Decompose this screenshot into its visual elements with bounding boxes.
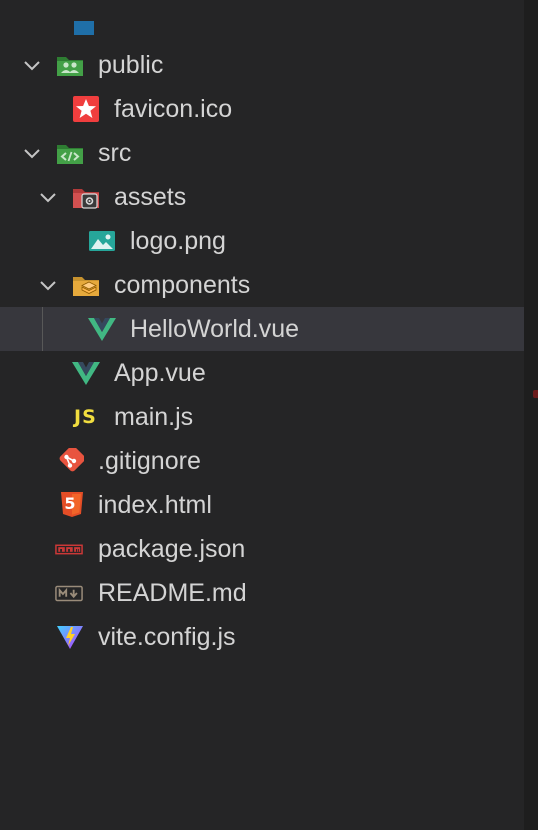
indent-guide bbox=[42, 307, 43, 351]
chevron-down-icon[interactable] bbox=[38, 275, 58, 295]
tree-item-label: README.md bbox=[98, 579, 247, 607]
editor-edge bbox=[524, 0, 538, 830]
markdown-icon bbox=[55, 585, 83, 602]
chevron-down-icon[interactable] bbox=[22, 55, 42, 75]
vue-icon bbox=[88, 318, 116, 341]
tree-item-main-js[interactable]: JS main.js bbox=[0, 395, 524, 439]
tree-item-package-json[interactable]: package.json bbox=[0, 527, 524, 571]
tree-item-label: App.vue bbox=[114, 359, 206, 387]
tree-item-public-folder[interactable]: public bbox=[0, 43, 524, 87]
tree-item-helloworld-vue[interactable]: HelloWorld.vue bbox=[0, 307, 524, 351]
folder-assets-icon bbox=[73, 189, 99, 209]
tree-item-components-folder[interactable]: components bbox=[0, 263, 524, 307]
tree-item-label: favicon.ico bbox=[114, 95, 233, 123]
file-explorer: public favicon.ico src assets logo.png c… bbox=[0, 0, 524, 830]
folder-icon-partial bbox=[74, 21, 94, 35]
tree-item-favicon[interactable]: favicon.ico bbox=[0, 87, 524, 131]
vue-icon bbox=[72, 362, 100, 385]
tree-item-label: main.js bbox=[114, 403, 194, 431]
tree-item-label: public bbox=[98, 51, 164, 79]
html5-icon-text: 5 bbox=[64, 494, 76, 513]
tree-item-label: assets bbox=[114, 183, 187, 211]
tree-item-app-vue[interactable]: App.vue bbox=[0, 351, 524, 395]
git-icon bbox=[59, 448, 84, 472]
tree-item-gitignore[interactable]: .gitignore bbox=[0, 439, 524, 483]
tree-item-index-html[interactable]: 5 index.html bbox=[0, 483, 524, 527]
chevron-down-icon[interactable] bbox=[38, 187, 58, 207]
tree-item-readme-md[interactable]: README.md bbox=[0, 571, 524, 615]
tree-item-label: components bbox=[114, 271, 251, 299]
js-icon: JS bbox=[74, 406, 97, 428]
folder-public-icon bbox=[57, 57, 83, 76]
folder-src-icon bbox=[57, 145, 83, 164]
tree-item-label: index.html bbox=[98, 491, 212, 519]
tree-item-label: src bbox=[98, 139, 132, 167]
chevron-down-icon[interactable] bbox=[22, 143, 42, 163]
folder-components-icon bbox=[73, 277, 99, 296]
tree-item-label: logo.png bbox=[130, 227, 226, 255]
tree-item-label: .gitignore bbox=[98, 447, 201, 475]
npm-icon bbox=[55, 544, 83, 555]
tree-item-assets-folder[interactable]: assets bbox=[0, 175, 524, 219]
tree-item-src-folder[interactable]: src bbox=[0, 131, 524, 175]
tree-item-logo-png[interactable]: logo.png bbox=[0, 219, 524, 263]
vite-icon bbox=[57, 626, 83, 649]
tree-item-label: package.json bbox=[98, 535, 246, 563]
tree-item-label: vite.config.js bbox=[98, 623, 236, 651]
tree-item-label: HelloWorld.vue bbox=[130, 315, 300, 343]
image-icon bbox=[89, 231, 115, 251]
error-marker bbox=[533, 390, 538, 398]
tree-item-vite-config-js[interactable]: vite.config.js bbox=[0, 615, 524, 659]
favicon-icon bbox=[73, 96, 99, 122]
